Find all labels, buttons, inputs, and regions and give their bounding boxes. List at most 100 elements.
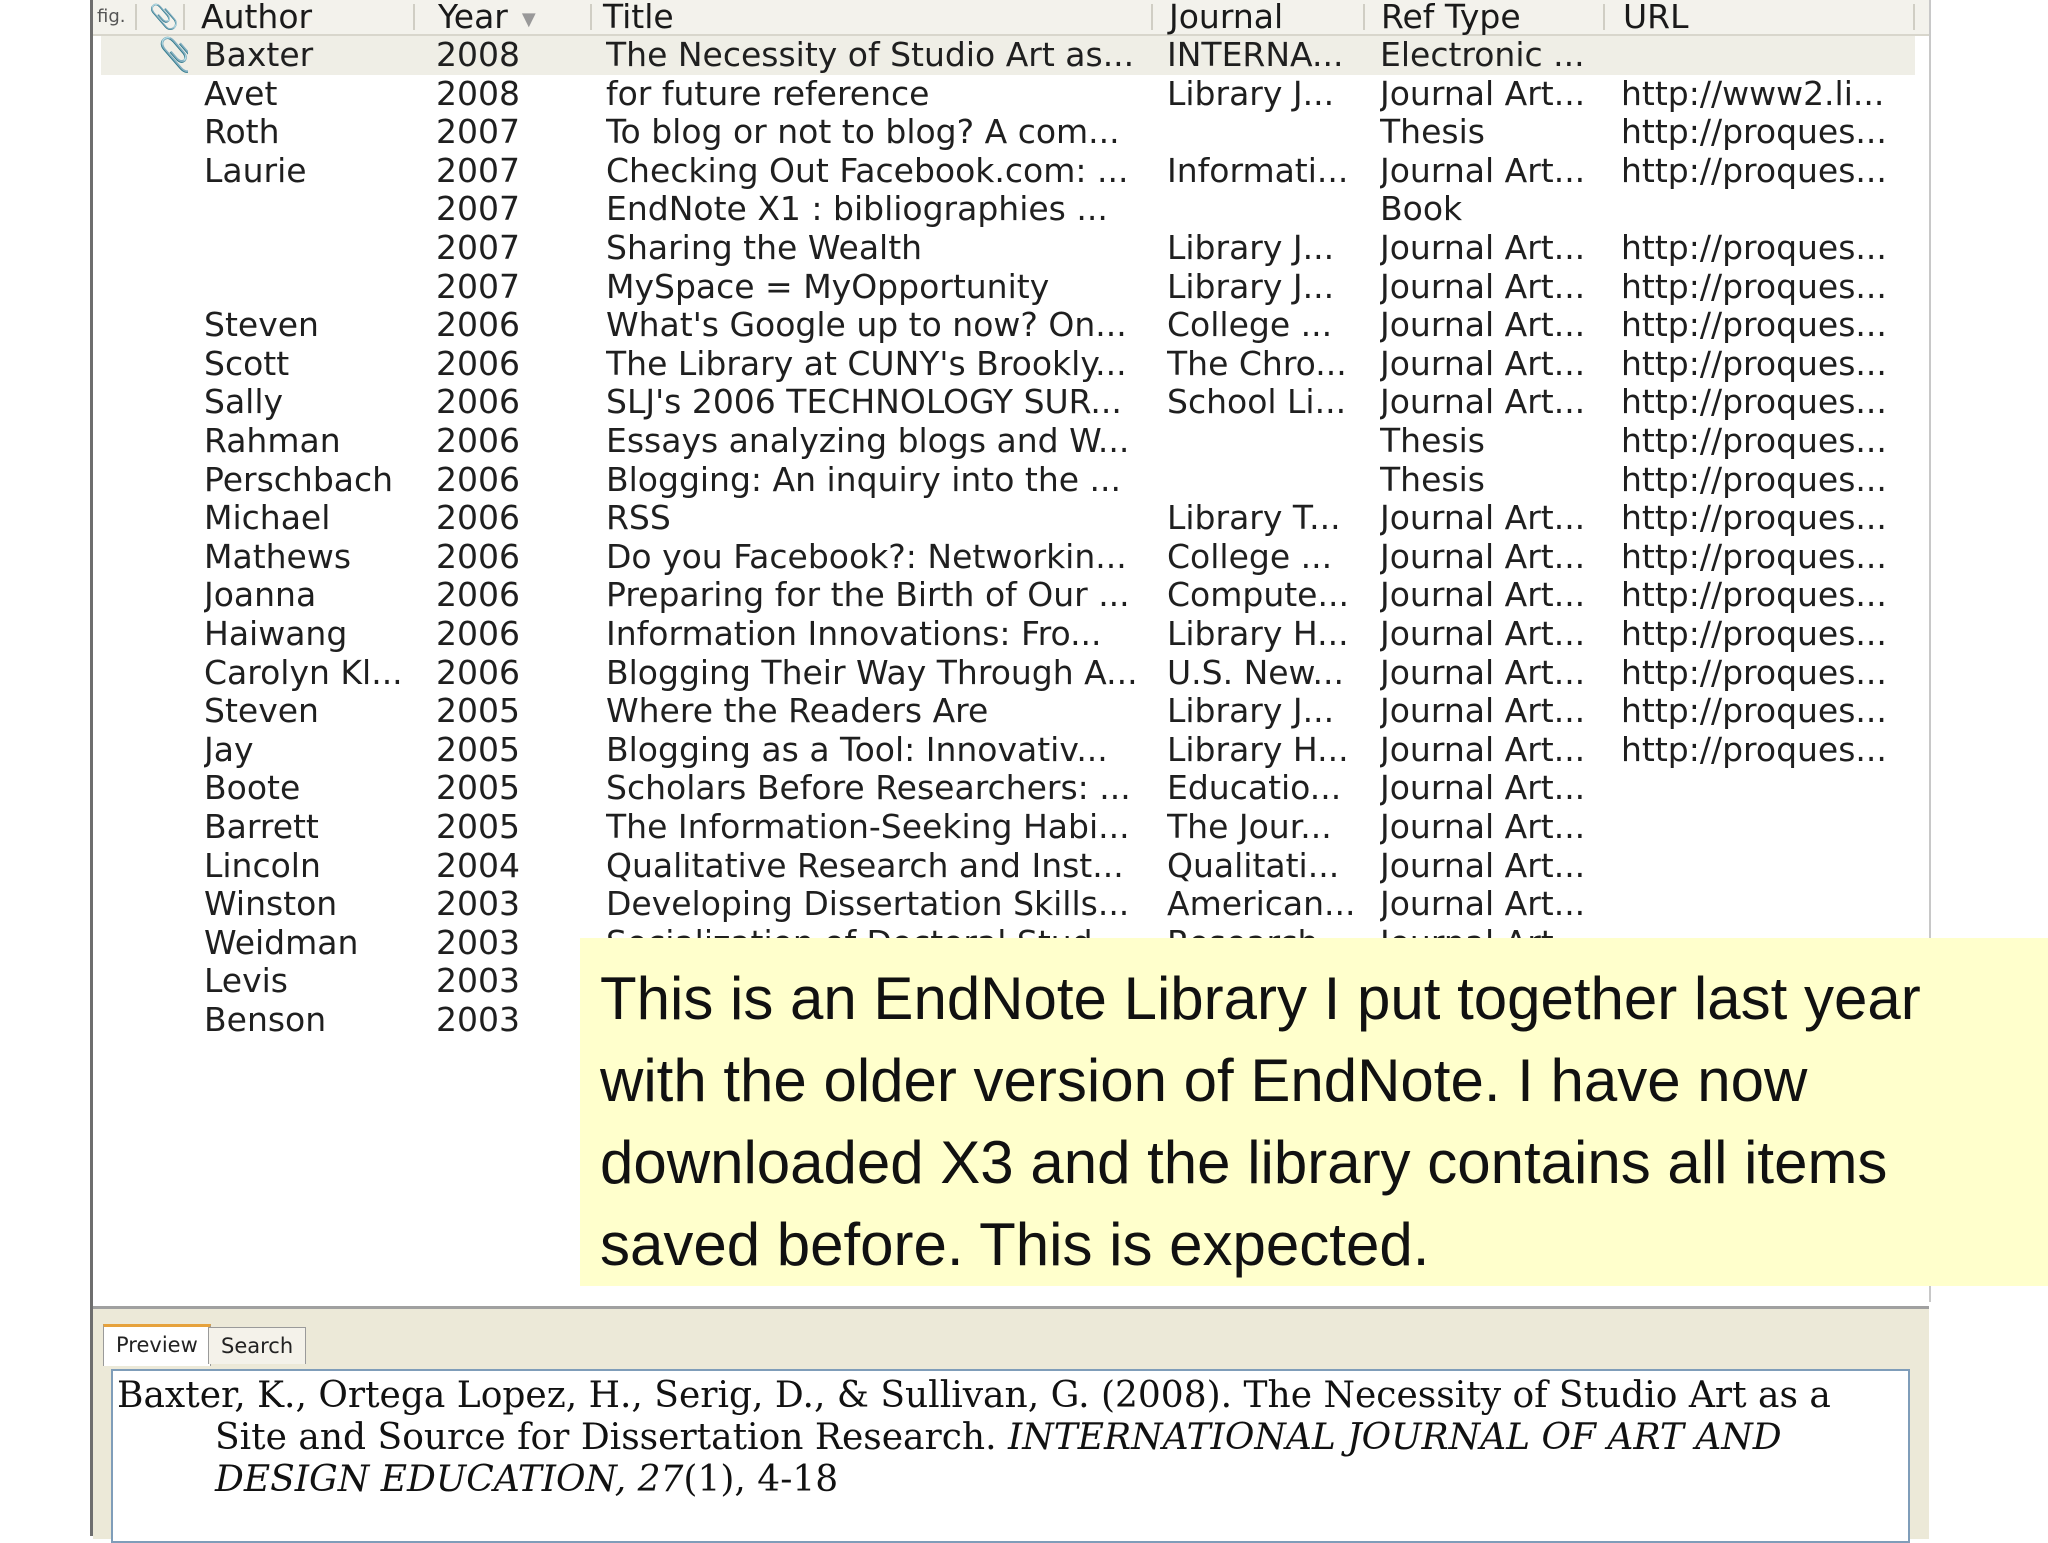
column-divider[interactable] xyxy=(1603,4,1605,30)
year-cell: 2008 xyxy=(436,36,520,74)
year-cell: 2005 xyxy=(436,808,520,846)
journal-cell: College ... xyxy=(1167,306,1333,345)
table-row[interactable]: Steven 2006 What's Google up to now? On...… xyxy=(101,306,1915,345)
year-cell: 2007 xyxy=(436,190,520,229)
table-row[interactable]: Avet 2008 for future reference Library J...… xyxy=(101,75,1915,114)
table-row[interactable]: Roth 2007 To blog or not to blog? A com...… xyxy=(101,113,1915,152)
attachment-column-header[interactable]: 📎 xyxy=(149,0,179,34)
figure-column-header[interactable]: fig. xyxy=(97,0,126,34)
table-row[interactable]: Barrett 2005 The Information-Seeking Habi.… xyxy=(101,808,1915,847)
title-cell: Blogging: An inquiry into the ... xyxy=(606,460,1122,499)
table-row[interactable]: Laurie 2007 Checking Out Facebook.com: ...… xyxy=(101,152,1915,191)
citation-line-1: Baxter, K., Ortega Lopez, H., Serig, D.,… xyxy=(117,1375,1831,1416)
tab-search[interactable]: Search xyxy=(208,1327,307,1364)
paperclip-icon: 📎 xyxy=(149,3,179,31)
journal-cell: U.S. New... xyxy=(1167,653,1344,692)
url-cell: http://proques... xyxy=(1621,306,1887,345)
title-cell: The Library at CUNY's Brookly... xyxy=(606,344,1127,383)
title-cell: Blogging Their Way Through A... xyxy=(606,653,1138,692)
year-cell: 2008 xyxy=(436,74,520,113)
table-row[interactable]: 2007 EndNote X1 : bibliographies ... Book xyxy=(101,190,1915,229)
journal-cell: Library J... xyxy=(1167,267,1335,306)
column-divider[interactable] xyxy=(413,4,415,30)
year-cell: 2006 xyxy=(436,344,520,383)
column-divider[interactable] xyxy=(1151,4,1153,30)
endnote-window: fig. 📎 Author Year ▼ Title Journal Ref Ty… xyxy=(90,0,1931,1543)
year-cell: 2006 xyxy=(436,615,520,653)
ref-type-cell: Journal Art... xyxy=(1380,229,1586,267)
citation-line-2: Site and Source for Dissertation Researc… xyxy=(215,1417,1782,1459)
title-column-header[interactable]: Title xyxy=(603,0,674,34)
table-row[interactable]: Perschbach 2006 Blogging: An inquiry into … xyxy=(101,461,1915,500)
table-row[interactable]: Boote 2005 Scholars Before Researchers: ..… xyxy=(101,769,1915,808)
url-cell: http://www2.li... xyxy=(1621,74,1885,113)
title-cell: Developing Dissertation Skills... xyxy=(606,885,1130,924)
journal-column-header[interactable]: Journal xyxy=(1169,0,1283,34)
url-cell: http://proques... xyxy=(1621,576,1887,615)
year-column-header[interactable]: Year ▼ xyxy=(438,0,536,34)
title-cell: SLJ's 2006 TECHNOLOGY SUR... xyxy=(606,383,1122,422)
table-row[interactable]: Scott 2006 The Library at CUNY's Brookly..… xyxy=(101,345,1915,384)
column-divider[interactable] xyxy=(590,4,592,30)
year-cell: 2003 xyxy=(436,1001,520,1039)
citation-text: Site and Source for Dissertation Researc… xyxy=(215,1417,1008,1458)
table-row[interactable]: Joanna 2006 Preparing for the Birth of Our… xyxy=(101,576,1915,615)
table-row[interactable]: Lincoln 2004 Qualitative Research and Inst… xyxy=(101,847,1915,886)
title-cell: for future reference xyxy=(606,74,930,113)
author-cell: Perschbach xyxy=(204,460,394,499)
table-row[interactable]: Haiwang 2006 Information Innovations: Fro.… xyxy=(101,615,1915,654)
annotation-text: This is an EndNote Library I put togethe… xyxy=(600,965,1921,1278)
preview-pane: Preview Search Baxter, K., Ortega Lopez,… xyxy=(93,1306,1929,1543)
title-cell: Do you Facebook?: Networkin... xyxy=(606,537,1127,576)
ref-type-cell: Journal Art... xyxy=(1380,808,1586,846)
tab-preview[interactable]: Preview xyxy=(103,1324,211,1366)
table-row[interactable]: Winston 2003 Developing Dissertation Skill… xyxy=(101,885,1915,924)
author-cell: Steven xyxy=(204,692,319,731)
ref-type-cell: Journal Art... xyxy=(1380,615,1586,653)
url-cell: http://proques... xyxy=(1621,730,1887,769)
ref-type-column-header[interactable]: Ref Type xyxy=(1381,0,1521,34)
author-cell: Haiwang xyxy=(204,615,348,653)
table-row[interactable]: Steven 2005 Where the Readers Are Library J… xyxy=(101,692,1915,731)
ref-type-cell: Journal Art... xyxy=(1380,344,1586,383)
table-row[interactable]: Sally 2006 SLJ's 2006 TECHNOLOGY SUR... Sch… xyxy=(101,383,1915,422)
citation-journal: INTERNATIONAL JOURNAL OF ART AND xyxy=(1007,1417,1782,1458)
author-column-header[interactable]: Author xyxy=(201,0,312,34)
journal-cell: The Jour... xyxy=(1167,808,1332,846)
ref-type-cell: Journal Art... xyxy=(1380,692,1586,731)
table-row[interactable]: Michael 2006 RSS Library T... Journal Art...… xyxy=(101,499,1915,538)
year-cell: 2003 xyxy=(436,923,520,962)
url-column-header[interactable]: URL xyxy=(1623,0,1688,34)
url-cell: http://proques... xyxy=(1621,615,1887,653)
ref-type-cell: Journal Art... xyxy=(1380,267,1586,306)
citation-issue-pages: (1), 4-18 xyxy=(683,1459,839,1500)
journal-cell: Library H... xyxy=(1167,615,1349,653)
year-cell: 2006 xyxy=(436,537,520,576)
year-cell: 2007 xyxy=(436,267,520,306)
url-cell: http://proques... xyxy=(1621,499,1887,538)
year-cell: 2006 xyxy=(436,383,520,422)
url-cell: http://proques... xyxy=(1621,267,1887,306)
year-cell: 2005 xyxy=(436,769,520,808)
table-row[interactable]: Mathews 2006 Do you Facebook?: Networkin..… xyxy=(101,538,1915,577)
author-cell: Levis xyxy=(204,962,288,1001)
column-divider[interactable] xyxy=(135,4,137,30)
sort-descending-icon: ▼ xyxy=(521,9,536,30)
table-row[interactable]: Jay 2005 Blogging as a Tool: Innovativ... L… xyxy=(101,731,1915,770)
title-cell: Blogging as a Tool: Innovativ... xyxy=(606,730,1108,769)
table-row[interactable]: 2007 Sharing the Wealth Library J... Journa… xyxy=(101,229,1915,268)
column-divider[interactable] xyxy=(1363,4,1365,30)
ref-type-cell: Journal Art... xyxy=(1380,885,1586,924)
url-cell: http://proques... xyxy=(1621,229,1887,267)
table-row[interactable]: 📎 Baxter 2008 The Necessity of Studio Art a… xyxy=(101,36,1915,75)
ref-type-cell: Journal Art... xyxy=(1380,576,1586,615)
table-row[interactable]: 2007 MySpace = MyOpportunity Library J... J… xyxy=(101,268,1915,307)
table-row[interactable]: Rahman 2006 Essays analyzing blogs and W..… xyxy=(101,422,1915,461)
journal-cell: Qualitati... xyxy=(1167,846,1340,885)
author-cell: Benson xyxy=(204,1001,327,1039)
column-divider[interactable] xyxy=(183,4,185,30)
table-row[interactable]: Carolyn Kl... 2006 Blogging Their Way Thro… xyxy=(101,654,1915,693)
column-divider[interactable] xyxy=(1913,4,1915,30)
year-cell: 2007 xyxy=(436,151,520,190)
journal-cell: Educatio... xyxy=(1167,769,1342,808)
